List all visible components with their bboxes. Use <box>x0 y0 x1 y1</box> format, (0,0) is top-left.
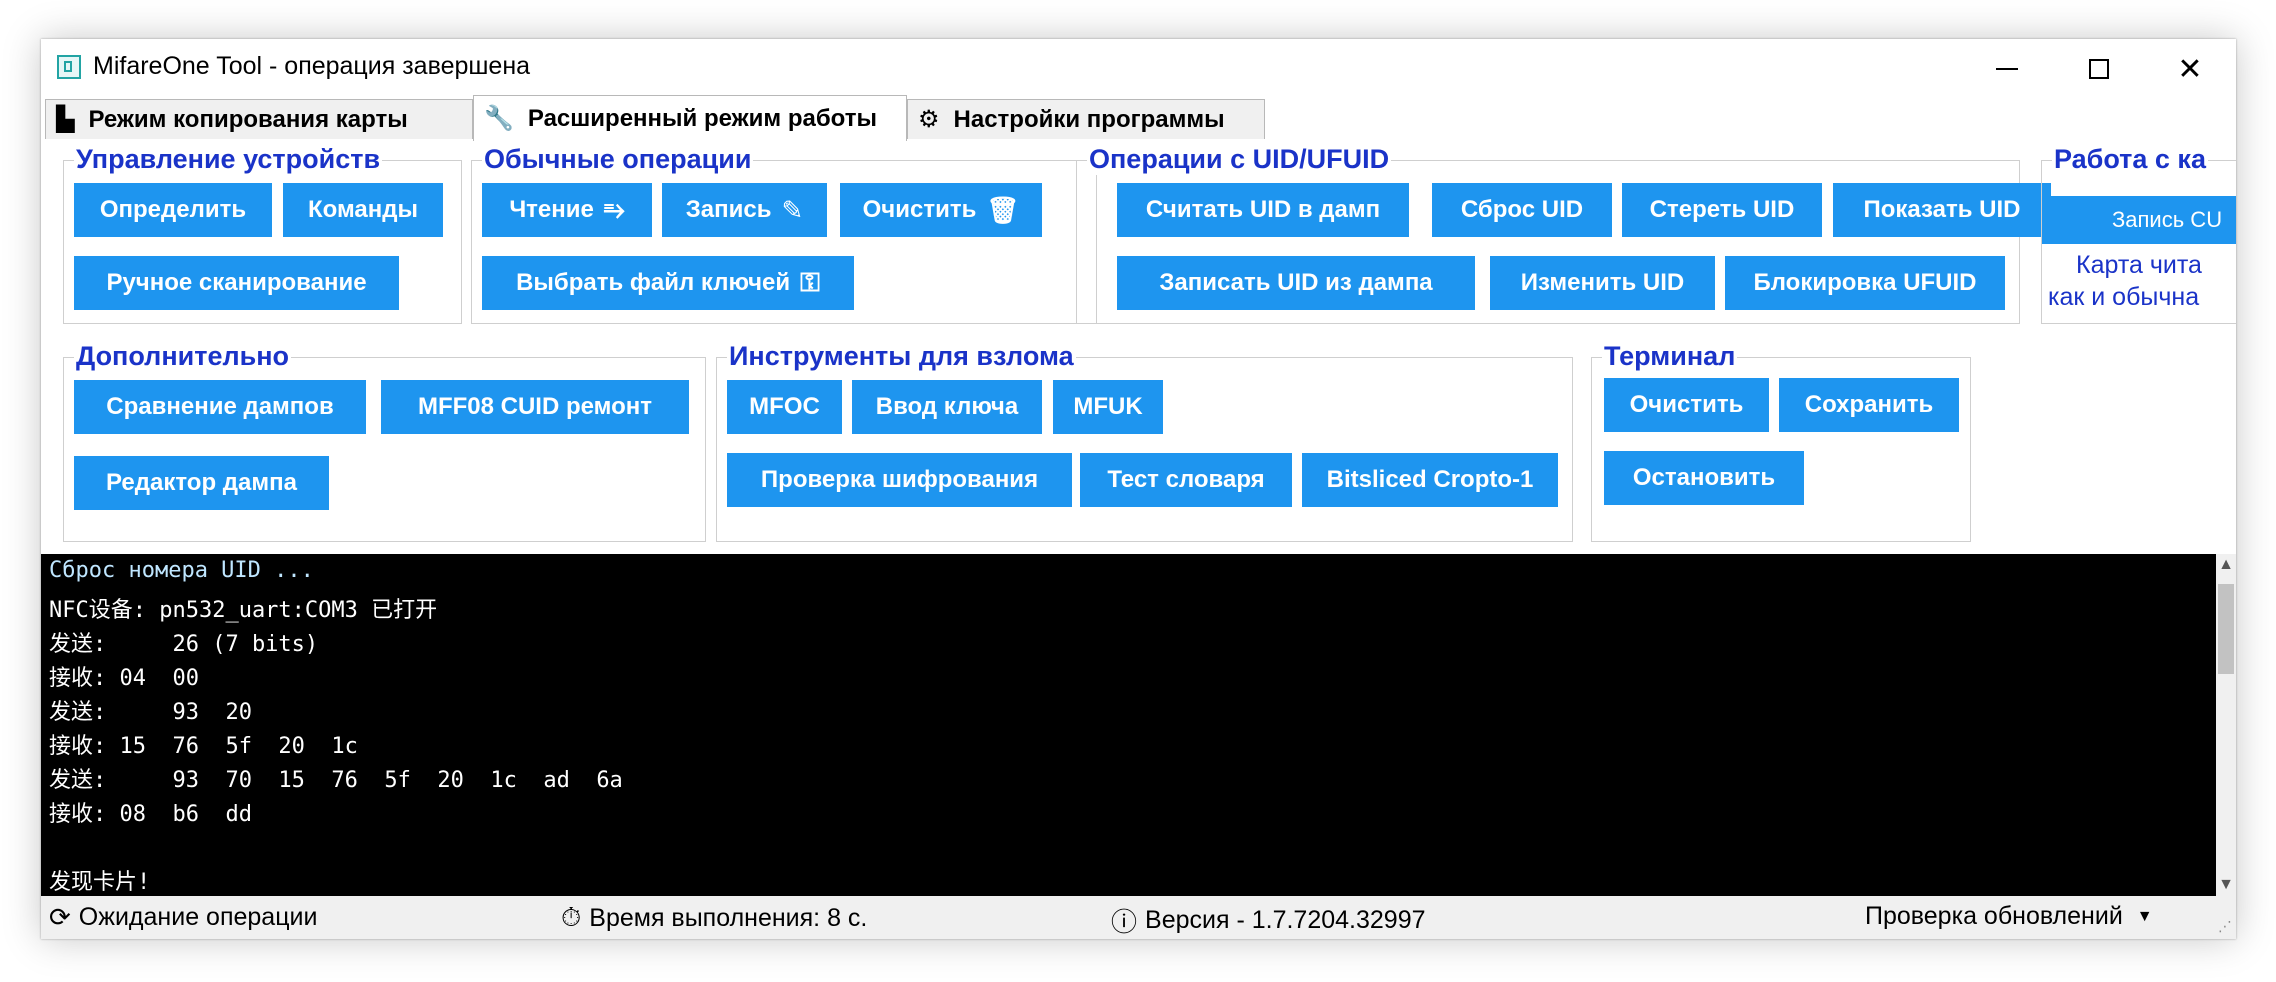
read-button[interactable]: Чтение ⥱ <box>482 183 652 237</box>
select-keys-button[interactable]: Выбрать файл ключей ⚿ <box>482 256 854 310</box>
console-line: 发送: 93 70 15 76 5f 20 1c ad 6a <box>49 768 623 793</box>
mfoc-button[interactable]: MFOC <box>727 380 842 434</box>
mff08-repair-button[interactable]: MFF08 CUID ремонт <box>381 380 689 434</box>
show-uid-button[interactable]: Показать UID <box>1833 183 2051 237</box>
close-icon: ✕ <box>2177 52 2203 86</box>
console-line: 发现卡片! <box>49 870 151 895</box>
pencil-icon: ✎ <box>781 194 804 225</box>
console-line: Сброс номера UID ... <box>49 558 314 583</box>
group-uid: Операции с UID/UFUID Считать UID в дамп … <box>1076 144 2051 324</box>
group-hack: Инструменты для взлома MFOC Ввод ключа M… <box>716 341 1573 542</box>
dump-editor-button[interactable]: Редактор дампа <box>74 456 329 510</box>
console-line: 接收: 15 76 5f 20 1c <box>49 734 358 759</box>
maximize-icon <box>2089 59 2109 79</box>
tab-label: Расширенный режим работы <box>527 104 877 132</box>
console-line: NFC设备: pn532_uart:COM3 已打开 <box>49 598 438 623</box>
maximize-button[interactable] <box>2053 39 2145 99</box>
dictionary-test-button[interactable]: Тест словаря <box>1080 453 1292 507</box>
time-text: Время выполнения: 8 с. <box>589 903 868 932</box>
group-work: Работа с ка Запись CU Карта чита как и о… <box>2041 144 2236 324</box>
lock-ufuid-button[interactable]: Блокировка UFUID <box>1725 256 2005 310</box>
version-text: Версия - 1.7.7204.32997 <box>1145 906 1426 934</box>
reset-uid-button[interactable]: Сброс UID <box>1432 183 1612 237</box>
card-info-text-2: как и обычна <box>2048 283 2200 311</box>
stopwatch-icon: ⏱ <box>561 902 582 932</box>
scroll-up-icon[interactable]: ▲ <box>2216 554 2236 576</box>
info-icon: ⓘ <box>1111 907 1138 937</box>
dropdown-arrow-icon: ▼ <box>2136 907 2153 925</box>
status-state: ⟳ Ожидание операции <box>49 902 317 933</box>
group-title: Инструменты для взлома <box>727 341 1076 372</box>
group-title: Управление устройств <box>74 144 383 175</box>
trash-icon: 🗑 <box>986 194 1020 225</box>
group-extra: Дополнительно Сравнение дампов MFF08 CUI… <box>63 341 706 542</box>
console-output[interactable]: Сброс номера UID ... NFC设备: pn532_uart:C… <box>41 554 2216 896</box>
console-line: 接收: 04 00 <box>49 666 199 691</box>
key-input-button[interactable]: Ввод ключа <box>852 380 1042 434</box>
select-keys-label: Выбрать файл ключей <box>516 269 791 296</box>
status-text: Ожидание операции <box>78 903 318 931</box>
bitsliced-button[interactable]: Bitsliced Cropto-1 <box>1302 453 1558 507</box>
minimize-button[interactable] <box>1961 39 2053 99</box>
check-encryption-button[interactable]: Проверка шифрования <box>727 453 1072 507</box>
key-icon: ⚿ <box>800 267 820 297</box>
title-bar: MifareOne Tool - операция завершена ✕ <box>41 39 2236 99</box>
refresh-icon: ⟳ <box>49 902 71 932</box>
update-check-dropdown[interactable]: Проверка обновлений ▼ <box>1865 902 2153 931</box>
group-title: Операции с UID/UFUID <box>1087 144 1392 175</box>
advanced-panel: Управление устройств Определить Команды … <box>41 142 2236 551</box>
gear-icon: ⚙ <box>918 106 940 133</box>
manual-scan-button[interactable]: Ручное сканирование <box>74 256 399 310</box>
minimize-icon <box>1996 68 2018 70</box>
tab-label: Настройки программы <box>953 105 1225 133</box>
group-ops: Обычные операции Чтение ⥱ Запись ✎ Очист… <box>471 144 1097 324</box>
group-title: Работа с ка <box>2052 144 2208 175</box>
tab-advanced-mode[interactable]: 🔧 Расширенный режим работы <box>473 95 907 141</box>
resize-grip-icon[interactable]: ⋰ <box>2218 918 2232 935</box>
console-line: 发送: 93 20 <box>49 700 252 725</box>
console-line: 发送: 26 (7 bits) <box>49 632 319 657</box>
update-text: Проверка обновлений <box>1865 902 2123 930</box>
read-uid-dump-button[interactable]: Считать UID в дамп <box>1117 183 1409 237</box>
clear-button[interactable]: Очистить 🗑 <box>840 183 1042 237</box>
console-scrollbar[interactable]: ▲ ▼ <box>2216 554 2236 896</box>
clear-label: Очистить <box>862 196 977 223</box>
tab-label: Режим копирования карты <box>88 105 408 133</box>
wrench-icon: 🔧 <box>484 105 514 132</box>
terminal-stop-button[interactable]: Остановить <box>1604 451 1804 505</box>
scroll-thumb[interactable] <box>2218 584 2234 674</box>
erase-uid-button[interactable]: Стереть UID <box>1622 183 1822 237</box>
detect-button[interactable]: Определить <box>74 183 272 237</box>
commands-button[interactable]: Команды <box>283 183 443 237</box>
card-info-text: Карта чита <box>2076 251 2202 279</box>
write-button[interactable]: Запись ✎ <box>662 183 827 237</box>
console-line: 接收: 08 b6 dd <box>49 802 252 827</box>
app-icon <box>57 55 81 79</box>
wrap-icon: ⥱ <box>603 194 625 224</box>
write-uid-dump-button[interactable]: Записать UID из дампа <box>1117 256 1475 310</box>
write-label: Запись <box>685 196 772 223</box>
group-terminal: Терминал Очистить Сохранить Остановить <box>1591 341 1971 542</box>
terminal-save-button[interactable]: Сохранить <box>1779 378 1959 432</box>
group-title: Дополнительно <box>74 341 292 372</box>
status-time: ⏱ Время выполнения: 8 с. <box>561 902 867 934</box>
read-label: Чтение <box>509 196 594 223</box>
change-uid-button[interactable]: Изменить UID <box>1490 256 1715 310</box>
status-version: ⓘ Версия - 1.7.7204.32997 <box>1111 902 1426 939</box>
copy-icon: ▙ <box>56 106 75 133</box>
mfuk-button[interactable]: MFUK <box>1053 380 1163 434</box>
close-button[interactable]: ✕ <box>2144 39 2236 99</box>
app-window: MifareOne Tool - операция завершена ✕ ▙ … <box>41 39 2236 939</box>
write-cuid-button[interactable]: Запись CU <box>2042 196 2236 244</box>
compare-dumps-button[interactable]: Сравнение дампов <box>74 380 366 434</box>
window-title: MifareOne Tool - операция завершена <box>93 52 531 80</box>
tab-settings[interactable]: ⚙ Настройки программы <box>907 99 1265 139</box>
group-title: Обычные операции <box>482 144 754 175</box>
scroll-down-icon[interactable]: ▼ <box>2216 874 2236 896</box>
tab-copy-mode[interactable]: ▙ Режим копирования карты <box>45 99 473 139</box>
group-device: Управление устройств Определить Команды … <box>63 144 462 324</box>
terminal-clear-button[interactable]: Очистить <box>1604 378 1769 432</box>
status-bar: ⟳ Ожидание операции ⏱ Время выполнения: … <box>41 896 2236 939</box>
group-title: Терминал <box>1602 341 1738 372</box>
